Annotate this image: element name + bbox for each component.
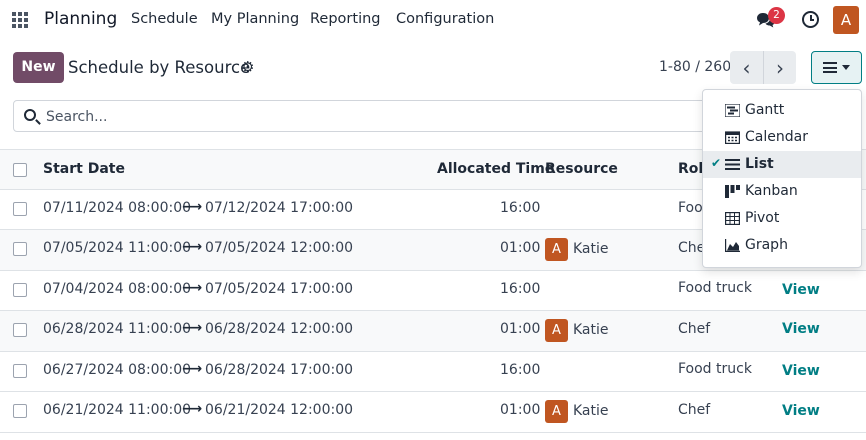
view-link[interactable]: View	[782, 363, 820, 379]
graph-icon	[725, 239, 740, 252]
user-avatar[interactable]: A	[833, 6, 859, 34]
chevron-left-icon[interactable]: ‹	[730, 51, 763, 84]
clock-icon[interactable]	[802, 11, 819, 28]
start-date: 07/04/2024 08:00:00	[43, 281, 192, 297]
view-option-label: Calendar	[745, 129, 808, 145]
end-date: 07/12/2024 17:00:00	[205, 200, 354, 216]
table-row[interactable]: 06/21/2024 11:00:00 ⟶ 06/21/2024 12:00:0…	[0, 392, 866, 433]
new-button[interactable]: New	[13, 52, 64, 83]
view-option-pivot[interactable]: Pivot	[703, 205, 861, 232]
end-date: 07/05/2024 17:00:00	[205, 281, 354, 297]
role: Food truck	[678, 280, 752, 296]
view-option-calendar[interactable]: Calendar	[703, 124, 861, 151]
view-option-label: Gantt	[745, 102, 785, 118]
allocated-time: 01:00	[500, 402, 541, 418]
menu-reporting[interactable]: Reporting	[310, 11, 381, 27]
arrow-right-icon: ⟶	[182, 280, 203, 296]
header-start-date[interactable]: Start Date	[43, 161, 125, 177]
view-link[interactable]: View	[782, 403, 820, 419]
gear-icon[interactable]: ⚙	[241, 59, 254, 75]
menu-schedule[interactable]: Schedule	[131, 11, 198, 27]
header-allocated-time[interactable]: Allocated Time	[437, 161, 554, 177]
resource-name[interactable]: Katie	[573, 322, 609, 338]
view-option-label: Graph	[745, 237, 788, 253]
resource-name[interactable]: Katie	[573, 403, 609, 419]
resource-avatar: A	[545, 319, 568, 342]
list-icon	[823, 62, 837, 73]
start-date: 06/27/2024 08:00:00	[43, 362, 192, 378]
arrow-right-icon: ⟶	[182, 401, 203, 417]
kanban-icon	[725, 185, 740, 198]
view-option-kanban[interactable]: Kanban	[703, 178, 861, 205]
arrow-right-icon: ⟶	[182, 239, 203, 255]
checkmark-icon: ✔	[711, 156, 722, 170]
table-row[interactable]: 06/27/2024 08:00:00 ⟶ 06/28/2024 17:00:0…	[0, 352, 866, 392]
app-brand[interactable]: Planning	[44, 9, 117, 29]
resource-avatar: A	[545, 238, 568, 261]
arrow-right-icon: ⟶	[182, 199, 203, 215]
end-date: 07/05/2024 12:00:00	[205, 240, 354, 256]
view-option-label: Pivot	[745, 210, 780, 226]
start-date: 07/11/2024 08:00:00	[43, 200, 192, 216]
start-date: 06/21/2024 11:00:00	[43, 402, 192, 418]
allocated-time: 16:00	[500, 362, 541, 378]
end-date: 06/28/2024 17:00:00	[205, 362, 354, 378]
page-title: Schedule by Resource	[68, 58, 251, 77]
resource-name[interactable]: Katie	[573, 241, 609, 257]
start-date: 06/28/2024 11:00:00	[43, 321, 192, 337]
menu-my-planning[interactable]: My Planning	[211, 11, 299, 27]
end-date: 06/28/2024 12:00:00	[205, 321, 354, 337]
view-option-label: Kanban	[745, 183, 798, 199]
search-bar	[13, 100, 713, 132]
view-option-graph[interactable]: Graph	[703, 232, 861, 259]
allocated-time: 01:00	[500, 321, 541, 337]
row-checkbox[interactable]	[13, 242, 27, 256]
view-option-gantt[interactable]: Gantt	[703, 97, 861, 124]
view-option-label: List	[745, 156, 774, 172]
gantt-icon	[725, 104, 740, 117]
start-date: 07/05/2024 11:00:00	[43, 240, 192, 256]
end-date: 06/21/2024 12:00:00	[205, 402, 354, 418]
menu-configuration[interactable]: Configuration	[396, 11, 494, 27]
allocated-time: 01:00	[500, 240, 541, 256]
view-switcher-button[interactable]	[811, 51, 862, 84]
arrow-right-icon: ⟶	[182, 320, 203, 336]
resource-avatar: A	[545, 400, 568, 423]
pivot-icon	[725, 212, 740, 225]
allocated-time: 16:00	[500, 200, 541, 216]
row-checkbox[interactable]	[13, 202, 27, 216]
table-row[interactable]: 07/04/2024 08:00:00 ⟶ 07/05/2024 17:00:0…	[0, 271, 866, 311]
apps-menu-icon[interactable]	[12, 12, 28, 28]
view-link[interactable]: View	[782, 321, 820, 337]
top-navbar: Planning Schedule My Planning Reporting …	[0, 0, 866, 40]
pager-buttons: ‹ ›	[730, 51, 796, 84]
row-checkbox[interactable]	[13, 404, 27, 418]
select-all-checkbox[interactable]	[13, 163, 27, 177]
view-switcher-menu: Gantt Calendar ✔ List Kanban Pivot Graph	[702, 89, 862, 268]
caret-down-icon	[842, 65, 850, 70]
role: Chef	[678, 321, 711, 337]
header-resource[interactable]: Resource	[545, 161, 618, 177]
row-checkbox[interactable]	[13, 323, 27, 337]
search-input[interactable]	[46, 107, 696, 127]
table-row[interactable]: 06/28/2024 11:00:00 ⟶ 06/28/2024 12:00:0…	[0, 311, 866, 352]
calendar-icon	[725, 131, 740, 144]
role: Chef	[678, 402, 711, 418]
chevron-right-icon[interactable]: ›	[763, 51, 796, 84]
role: Food truck	[678, 361, 752, 377]
arrow-right-icon: ⟶	[182, 361, 203, 377]
pager-value[interactable]: 1-80 / 260	[659, 59, 731, 75]
row-checkbox[interactable]	[13, 364, 27, 378]
row-checkbox[interactable]	[13, 283, 27, 297]
view-link[interactable]: View	[782, 282, 820, 298]
chat-badge: 2	[768, 7, 785, 24]
view-option-list[interactable]: ✔ List	[703, 151, 861, 178]
list-icon	[725, 159, 740, 170]
search-icon	[24, 109, 36, 121]
allocated-time: 16:00	[500, 281, 541, 297]
